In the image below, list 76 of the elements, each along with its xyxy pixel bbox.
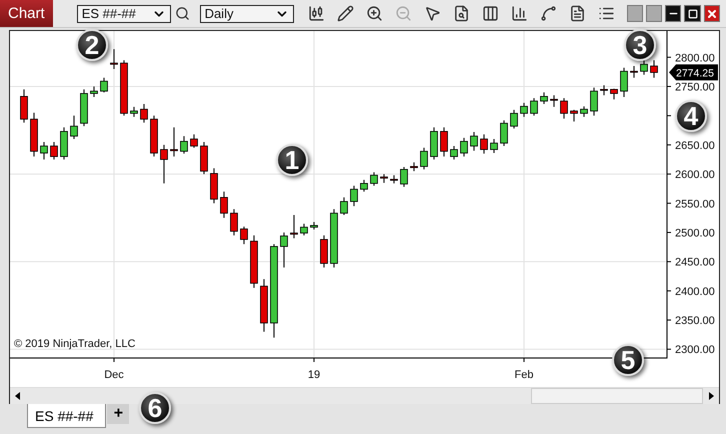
candlestick — [570, 109, 578, 122]
axis-label: 2750.00 — [675, 81, 715, 94]
axis-label: 2300.00 — [675, 344, 715, 356]
maximize-icon — [688, 8, 698, 18]
chart-tab[interactable]: ES ##-## — [27, 404, 106, 428]
axis-label: 2500.00 — [675, 227, 715, 240]
candlestick — [40, 141, 48, 160]
candlestick — [640, 60, 648, 76]
candlestick — [650, 60, 658, 78]
window-button[interactable] — [646, 5, 662, 22]
candlestick — [620, 67, 628, 98]
candlestick — [400, 166, 408, 188]
candlestick — [480, 134, 488, 154]
candlestick — [70, 115, 78, 140]
axis-label: Feb — [514, 369, 534, 381]
scrollbar-thumb[interactable] — [531, 388, 703, 404]
scroll-left-icon[interactable] — [14, 391, 22, 401]
candlestick — [420, 147, 428, 170]
candlestick — [20, 88, 28, 124]
instrument-select[interactable]: ES ##-## — [76, 4, 171, 22]
axis-label: 19 — [308, 369, 320, 381]
candlestick — [220, 191, 228, 218]
candlestick — [470, 132, 478, 152]
candlestick — [300, 223, 308, 236]
close-button[interactable] — [704, 5, 720, 22]
candlestick — [500, 120, 508, 147]
scroll-right-icon[interactable] — [707, 391, 715, 401]
candlestick — [290, 214, 298, 239]
last-price-tag: 2774.25 — [669, 64, 718, 80]
add-tab-button[interactable]: + — [107, 404, 130, 424]
candlestick — [540, 92, 548, 104]
candlestick — [530, 98, 538, 116]
window-button[interactable] — [626, 5, 643, 22]
maximize-button[interactable] — [684, 5, 701, 22]
candlestick — [560, 98, 568, 120]
axis-label: 2650.00 — [675, 140, 715, 152]
candlestick — [580, 106, 588, 118]
candlestick — [170, 126, 178, 158]
candlestick — [100, 77, 108, 93]
axis-label: Dec — [104, 369, 124, 381]
candlestick — [160, 144, 168, 184]
candlestick — [490, 138, 498, 154]
axis-label: 2550.00 — [675, 198, 715, 210]
candlestick — [370, 172, 378, 186]
candlestick — [50, 141, 58, 160]
axis-label: 2450.00 — [675, 256, 715, 269]
candlestick — [340, 196, 348, 216]
candlestick — [590, 87, 598, 116]
candlestick — [520, 102, 528, 118]
candlestick — [320, 234, 328, 268]
candlestick — [510, 109, 518, 130]
candlestick — [600, 84, 608, 96]
minimize-button[interactable] — [665, 5, 682, 22]
candlestick — [130, 106, 138, 118]
axis-label: 2350.00 — [675, 315, 715, 328]
copyright-text: © 2019 NinjaTrader, LLC — [14, 338, 136, 350]
axis-label: 2400.00 — [675, 286, 715, 298]
window-title: Chart — [0, 0, 53, 27]
close-icon — [706, 8, 718, 20]
candlestick — [450, 146, 458, 160]
candlestick — [180, 136, 188, 154]
candlestick — [460, 137, 468, 158]
axis-label: 2800.00 — [675, 52, 715, 64]
candlestick — [440, 126, 448, 158]
candlestick — [110, 48, 118, 70]
candlestick — [280, 232, 288, 268]
candlestick — [190, 134, 198, 148]
candlestick — [360, 179, 368, 192]
number-callout: 6 — [139, 392, 171, 424]
axis-label: 2600.00 — [675, 169, 715, 182]
interval-select[interactable]: Daily — [200, 4, 294, 22]
candlestick — [140, 103, 148, 124]
candlestick — [230, 208, 238, 236]
candlestick — [350, 185, 358, 207]
candlestick — [240, 226, 248, 245]
candlestick — [90, 86, 98, 98]
